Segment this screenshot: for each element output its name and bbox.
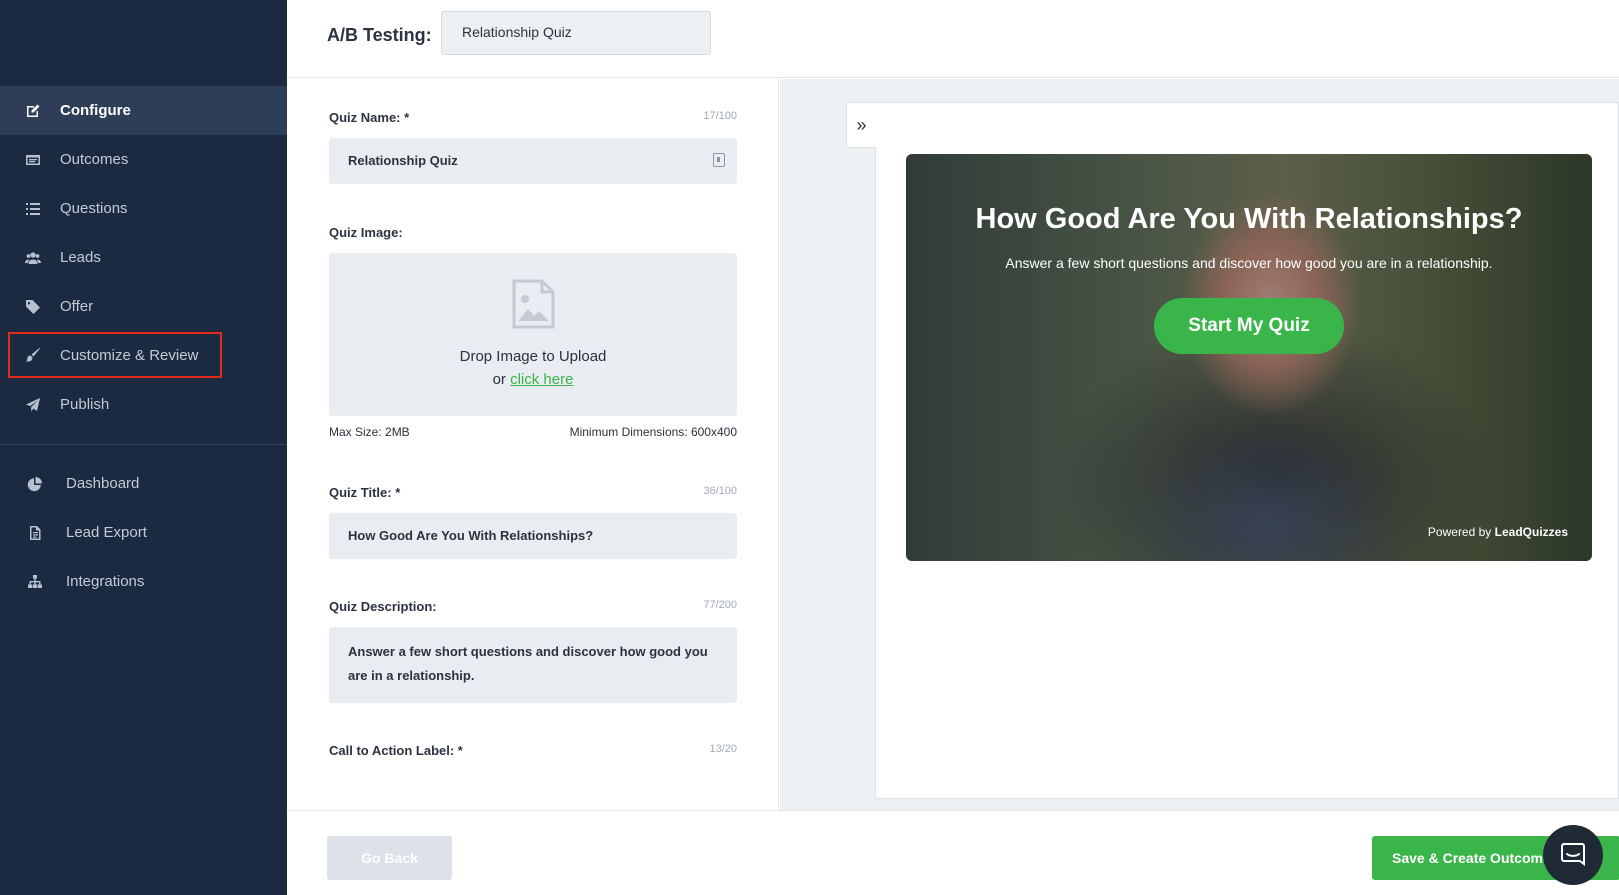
sidebar-item-label: Leads [60, 249, 101, 266]
sidebar-item-label: Questions [60, 200, 128, 217]
configure-form: Quiz Name: * 17/100 Relationship Quiz Qu… [287, 79, 779, 810]
image-requirements: Max Size: 2MB Minimum Dimensions: 600x40… [329, 425, 737, 439]
sidebar-item-label: Publish [60, 396, 110, 413]
sidebar-item-offer[interactable]: Offer [0, 282, 287, 331]
cta-label-label: Call to Action Label: * [329, 743, 463, 758]
quiz-preview-card: How Good Are You With Relationships? Ans… [906, 154, 1592, 561]
sidebar-item-label: Dashboard [66, 475, 140, 492]
sidebar-item-customize-review[interactable]: Customize & Review [8, 332, 222, 378]
quiz-image-label: Quiz Image: [329, 225, 403, 240]
sidebar-logo-area [0, 0, 287, 86]
document-icon [26, 524, 44, 542]
pie-chart-icon [26, 475, 44, 493]
quiz-description-counter: 77/200 [703, 599, 737, 611]
quiz-title-value: How Good Are You With Relationships? [348, 528, 594, 543]
quiz-title-field: Quiz Title: * 36/100 How Good Are You Wi… [329, 485, 737, 559]
sidebar-item-questions[interactable]: Questions [0, 184, 287, 233]
powered-by-brand: LeadQuizzes [1494, 525, 1568, 539]
sidebar-divider [0, 444, 287, 445]
sidebar-item-label: Integrations [66, 573, 145, 590]
collapse-preview-button[interactable]: » [846, 102, 876, 148]
click-here-link[interactable]: click here [510, 371, 573, 388]
sidebar-item-lead-export[interactable]: Lead Export [0, 508, 287, 557]
tag-icon [24, 298, 42, 316]
quiz-title-input[interactable]: How Good Are You With Relationships? [329, 513, 737, 559]
image-placeholder-icon [512, 279, 555, 329]
quiz-name-counter: 17/100 [703, 110, 737, 122]
cta-label-counter: 13/20 [709, 743, 737, 755]
sidebar-item-label: Configure [60, 102, 131, 119]
sidebar: Configure Outcomes Questions Leads Offer… [0, 0, 287, 895]
sidebar-item-integrations[interactable]: Integrations [0, 557, 287, 606]
quiz-name-label: Quiz Name: * [329, 110, 410, 125]
list-icon [24, 200, 42, 218]
sidebar-item-label: Customize & Review [60, 346, 199, 364]
sitemap-icon [26, 573, 44, 591]
contact-card-icon [713, 153, 725, 167]
top-bar: A/B Testing: Relationship Quiz [287, 0, 1619, 78]
powered-by: Powered by LeadQuizzes [1428, 525, 1568, 539]
quiz-title-counter: 36/100 [703, 485, 737, 497]
ab-testing-select[interactable]: Relationship Quiz [441, 11, 711, 55]
preview-description: Answer a few short questions and discove… [1005, 255, 1493, 271]
quiz-image-field: Quiz Image: Drop Image to Upload or clic… [329, 225, 737, 439]
image-dropzone[interactable]: Drop Image to Upload or click here [329, 253, 737, 416]
quiz-title-label: Quiz Title: * [329, 485, 401, 500]
edit-icon [24, 102, 42, 120]
quiz-name-value: Relationship Quiz [348, 153, 458, 168]
quiz-description-label: Quiz Description: [329, 599, 437, 614]
quiz-description-field: Quiz Description: 77/200 Answer a few sh… [329, 599, 737, 703]
dropzone-or-text: or [492, 371, 506, 388]
sidebar-item-outcomes[interactable]: Outcomes [0, 135, 287, 184]
double-chevron-right-icon: » [856, 114, 867, 135]
sidebar-item-label: Lead Export [66, 524, 147, 541]
sidebar-item-label: Outcomes [60, 151, 129, 168]
go-back-button[interactable]: Go Back [327, 836, 452, 880]
preview-title: How Good Are You With Relationships? [975, 203, 1523, 235]
chat-launcher-button[interactable] [1543, 825, 1603, 885]
quiz-description-value: Answer a few short questions and discove… [348, 644, 708, 683]
powered-by-prefix: Powered by [1427, 525, 1492, 539]
users-icon [24, 249, 42, 267]
card-icon [24, 151, 42, 169]
ab-testing-label: A/B Testing: [327, 25, 432, 45]
dropzone-text: Drop Image to Upload [459, 348, 607, 365]
max-size-text: Max Size: 2MB [329, 425, 410, 439]
sidebar-item-dashboard[interactable]: Dashboard [0, 459, 287, 508]
min-dimensions-text: Minimum Dimensions: 600x400 [569, 425, 737, 439]
sidebar-item-leads[interactable]: Leads [0, 233, 287, 282]
sidebar-item-configure[interactable]: Configure [0, 86, 287, 135]
start-quiz-button[interactable]: Start My Quiz [1154, 298, 1344, 354]
quiz-name-input[interactable]: Relationship Quiz [329, 138, 737, 184]
cta-label-field: Call to Action Label: * 13/20 [329, 743, 737, 758]
quiz-description-textarea[interactable]: Answer a few short questions and discove… [329, 627, 737, 703]
footer-bar: Go Back Save & Create Outcomes [287, 810, 1619, 895]
send-icon [24, 396, 42, 414]
sidebar-item-publish[interactable]: Publish [0, 380, 287, 429]
sidebar-item-label: Offer [60, 298, 94, 315]
brush-icon [24, 346, 42, 364]
quiz-name-field: Quiz Name: * 17/100 Relationship Quiz [329, 110, 737, 184]
chat-icon [1561, 843, 1585, 866]
dropzone-or-line: or click here [329, 371, 737, 388]
